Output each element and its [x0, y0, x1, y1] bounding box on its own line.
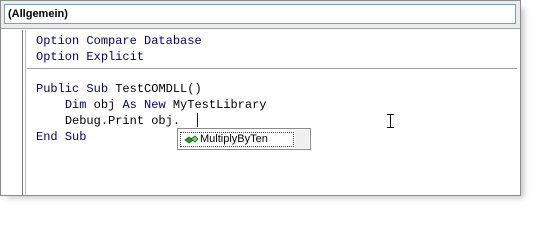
code-line-end-sub: End Sub: [36, 130, 87, 144]
intellisense-item[interactable]: MultiplyByTen: [180, 132, 294, 147]
code-editor[interactable]: Option Compare Database Option Explicit …: [1, 30, 520, 195]
intellisense-list[interactable]: MultiplyByTen: [177, 128, 311, 150]
ibeam-cursor-icon: [387, 114, 394, 128]
code-line-dim: Dim obj As New MyTestLibrary: [64, 98, 267, 112]
intellisense-item-label: MultiplyByTen: [200, 133, 268, 145]
code-line-option-compare: Option Compare Database: [36, 34, 202, 48]
code-window-header: (Allgemein): [1, 1, 520, 29]
intellisense-scrollbar[interactable]: [295, 130, 309, 148]
margin-indicator-bar: [22, 30, 23, 195]
code-line-debug-print: Debug.Print obj.: [64, 114, 181, 128]
object-combo[interactable]: (Allgemein): [4, 4, 516, 24]
procedure-separator: [27, 68, 517, 69]
method-icon: [184, 134, 199, 146]
margin-divider: [25, 30, 26, 195]
code-line-option-explicit: Option Explicit: [36, 50, 145, 64]
code-line-sub-header: Public Sub TestCOMDLL(): [36, 82, 202, 96]
vba-code-window: (Allgemein) Option Compare Database Opti…: [0, 0, 521, 196]
text-caret: [197, 113, 198, 127]
